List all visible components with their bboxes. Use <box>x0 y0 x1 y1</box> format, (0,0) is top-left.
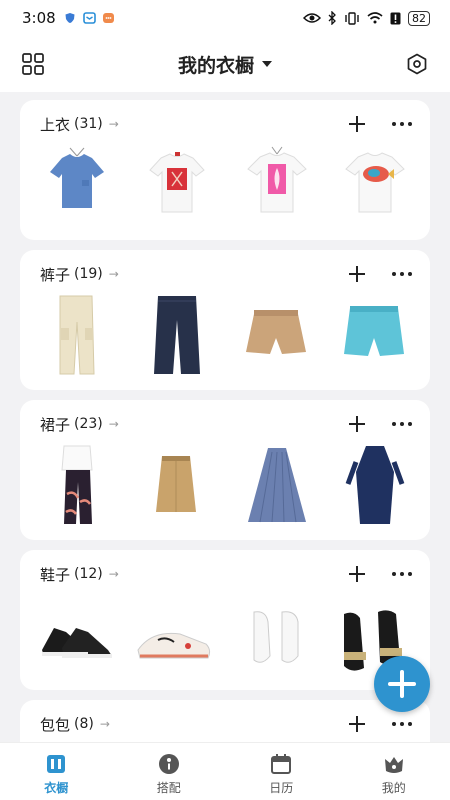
category-count[interactable]: (12) <box>74 566 103 582</box>
item-black-hightop-sneakers[interactable] <box>32 592 122 678</box>
item-fish-print-tee[interactable] <box>330 142 420 228</box>
add-item-button[interactable] <box>348 565 366 583</box>
item-row <box>20 292 430 378</box>
item-white-sneakers[interactable] <box>232 592 322 678</box>
item-colorful-sneakers[interactable] <box>132 592 222 678</box>
profile-icon <box>384 757 403 773</box>
outfit-icon <box>158 754 179 774</box>
arrow-right-icon[interactable]: → <box>100 717 110 731</box>
more-options-button[interactable] <box>392 122 412 126</box>
item-blue-tshirt[interactable] <box>32 142 122 228</box>
item-denim-shorts[interactable] <box>330 292 420 378</box>
wardrobe-list[interactable]: 上衣 (31) → 裤子 (19) → 裙子 (23) → 鞋子 (12) → … <box>0 92 450 742</box>
tab-label: 衣橱 <box>44 781 69 795</box>
caret-down-icon <box>262 61 272 67</box>
item-navy-dress[interactable] <box>330 442 420 528</box>
vibrate-icon <box>345 11 359 25</box>
item-pink-print-tee[interactable] <box>232 142 322 228</box>
status-icons: 82 <box>303 10 430 26</box>
category-count[interactable]: (8) <box>74 716 94 732</box>
item-row <box>20 442 430 528</box>
category-card-shoes: 鞋子 (12) → <box>20 550 430 690</box>
item-row <box>20 592 430 678</box>
category-name[interactable]: 上衣 <box>40 114 70 135</box>
message-app-icon <box>82 12 96 25</box>
tab-outfit[interactable]: 搭配 <box>113 743 226 800</box>
arrow-right-icon[interactable]: → <box>109 417 119 431</box>
category-header: 包包 (8) → <box>40 714 412 734</box>
bluetooth-icon <box>328 11 336 25</box>
tab-profile[interactable]: 我的 <box>338 743 450 800</box>
arrow-right-icon[interactable]: → <box>109 267 119 281</box>
category-name[interactable]: 裙子 <box>40 414 70 435</box>
category-name[interactable]: 裤子 <box>40 264 70 285</box>
arrow-right-icon[interactable]: → <box>109 117 119 131</box>
category-name[interactable]: 包包 <box>40 714 70 735</box>
category-count[interactable]: (23) <box>74 416 103 432</box>
category-card-bags: 包包 (8) → <box>20 700 430 742</box>
page-title: 我的衣橱 <box>177 54 254 77</box>
category-card-skirts: 裙子 (23) → <box>20 400 430 540</box>
add-clothing-fab[interactable] <box>374 656 430 712</box>
category-header: 鞋子 (12) → <box>40 564 412 584</box>
tab-wardrobe[interactable]: 衣橱 <box>0 743 113 800</box>
more-options-button[interactable] <box>392 572 412 576</box>
wardrobe-selector[interactable]: 我的衣橱 <box>178 51 272 78</box>
category-header: 上衣 (31) → <box>40 114 412 134</box>
category-header: 裤子 (19) → <box>40 264 412 284</box>
tab-label: 搭配 <box>156 781 181 795</box>
arrow-right-icon[interactable]: → <box>109 567 119 581</box>
tab-calendar[interactable]: 日历 <box>225 743 338 800</box>
add-item-button[interactable] <box>348 415 366 433</box>
calendar-icon <box>271 754 292 774</box>
category-card-pants: 裤子 (19) → <box>20 250 430 390</box>
add-item-button[interactable] <box>348 715 366 733</box>
more-options-button[interactable] <box>392 422 412 426</box>
status-time: 3:08 <box>22 9 56 27</box>
category-card-tops: 上衣 (31) → <box>20 100 430 240</box>
chat-app-icon <box>102 12 115 25</box>
wifi-icon <box>367 12 383 24</box>
item-khaki-skirt[interactable] <box>132 442 222 528</box>
add-item-button[interactable] <box>348 265 366 283</box>
shield-app-icon <box>64 12 77 25</box>
item-khaki-shorts[interactable] <box>232 292 322 378</box>
grid-view-button[interactable] <box>22 53 44 75</box>
wardrobe-icon <box>47 755 66 773</box>
item-cream-cargo-pants[interactable] <box>32 292 122 378</box>
alert-icon <box>390 12 401 24</box>
add-item-button[interactable] <box>348 115 366 133</box>
category-count[interactable]: (19) <box>74 266 103 282</box>
more-options-button[interactable] <box>392 722 412 726</box>
settings-icon <box>407 53 427 75</box>
settings-button[interactable] <box>406 53 428 75</box>
grid-icon <box>22 53 44 75</box>
category-count[interactable]: (31) <box>74 116 103 132</box>
status-bar: 3:08 82 <box>0 0 450 36</box>
more-options-button[interactable] <box>392 272 412 276</box>
item-red-print-tee[interactable] <box>132 142 222 228</box>
item-dark-wide-jeans[interactable] <box>132 292 222 378</box>
item-row <box>20 142 430 228</box>
eye-icon <box>303 13 321 23</box>
item-pleated-blue-skirt[interactable] <box>232 442 322 528</box>
category-name[interactable]: 鞋子 <box>40 564 70 585</box>
category-header: 裙子 (23) → <box>40 414 412 434</box>
item-printed-pants-outfit[interactable] <box>32 442 122 528</box>
battery-indicator: 82 <box>408 10 430 26</box>
tab-label: 我的 <box>381 781 406 795</box>
tab-label: 日历 <box>269 781 294 795</box>
app-header: 我的衣橱 <box>0 36 450 92</box>
bottom-tab-bar: 衣橱 搭配 日历 我的 <box>0 742 450 800</box>
